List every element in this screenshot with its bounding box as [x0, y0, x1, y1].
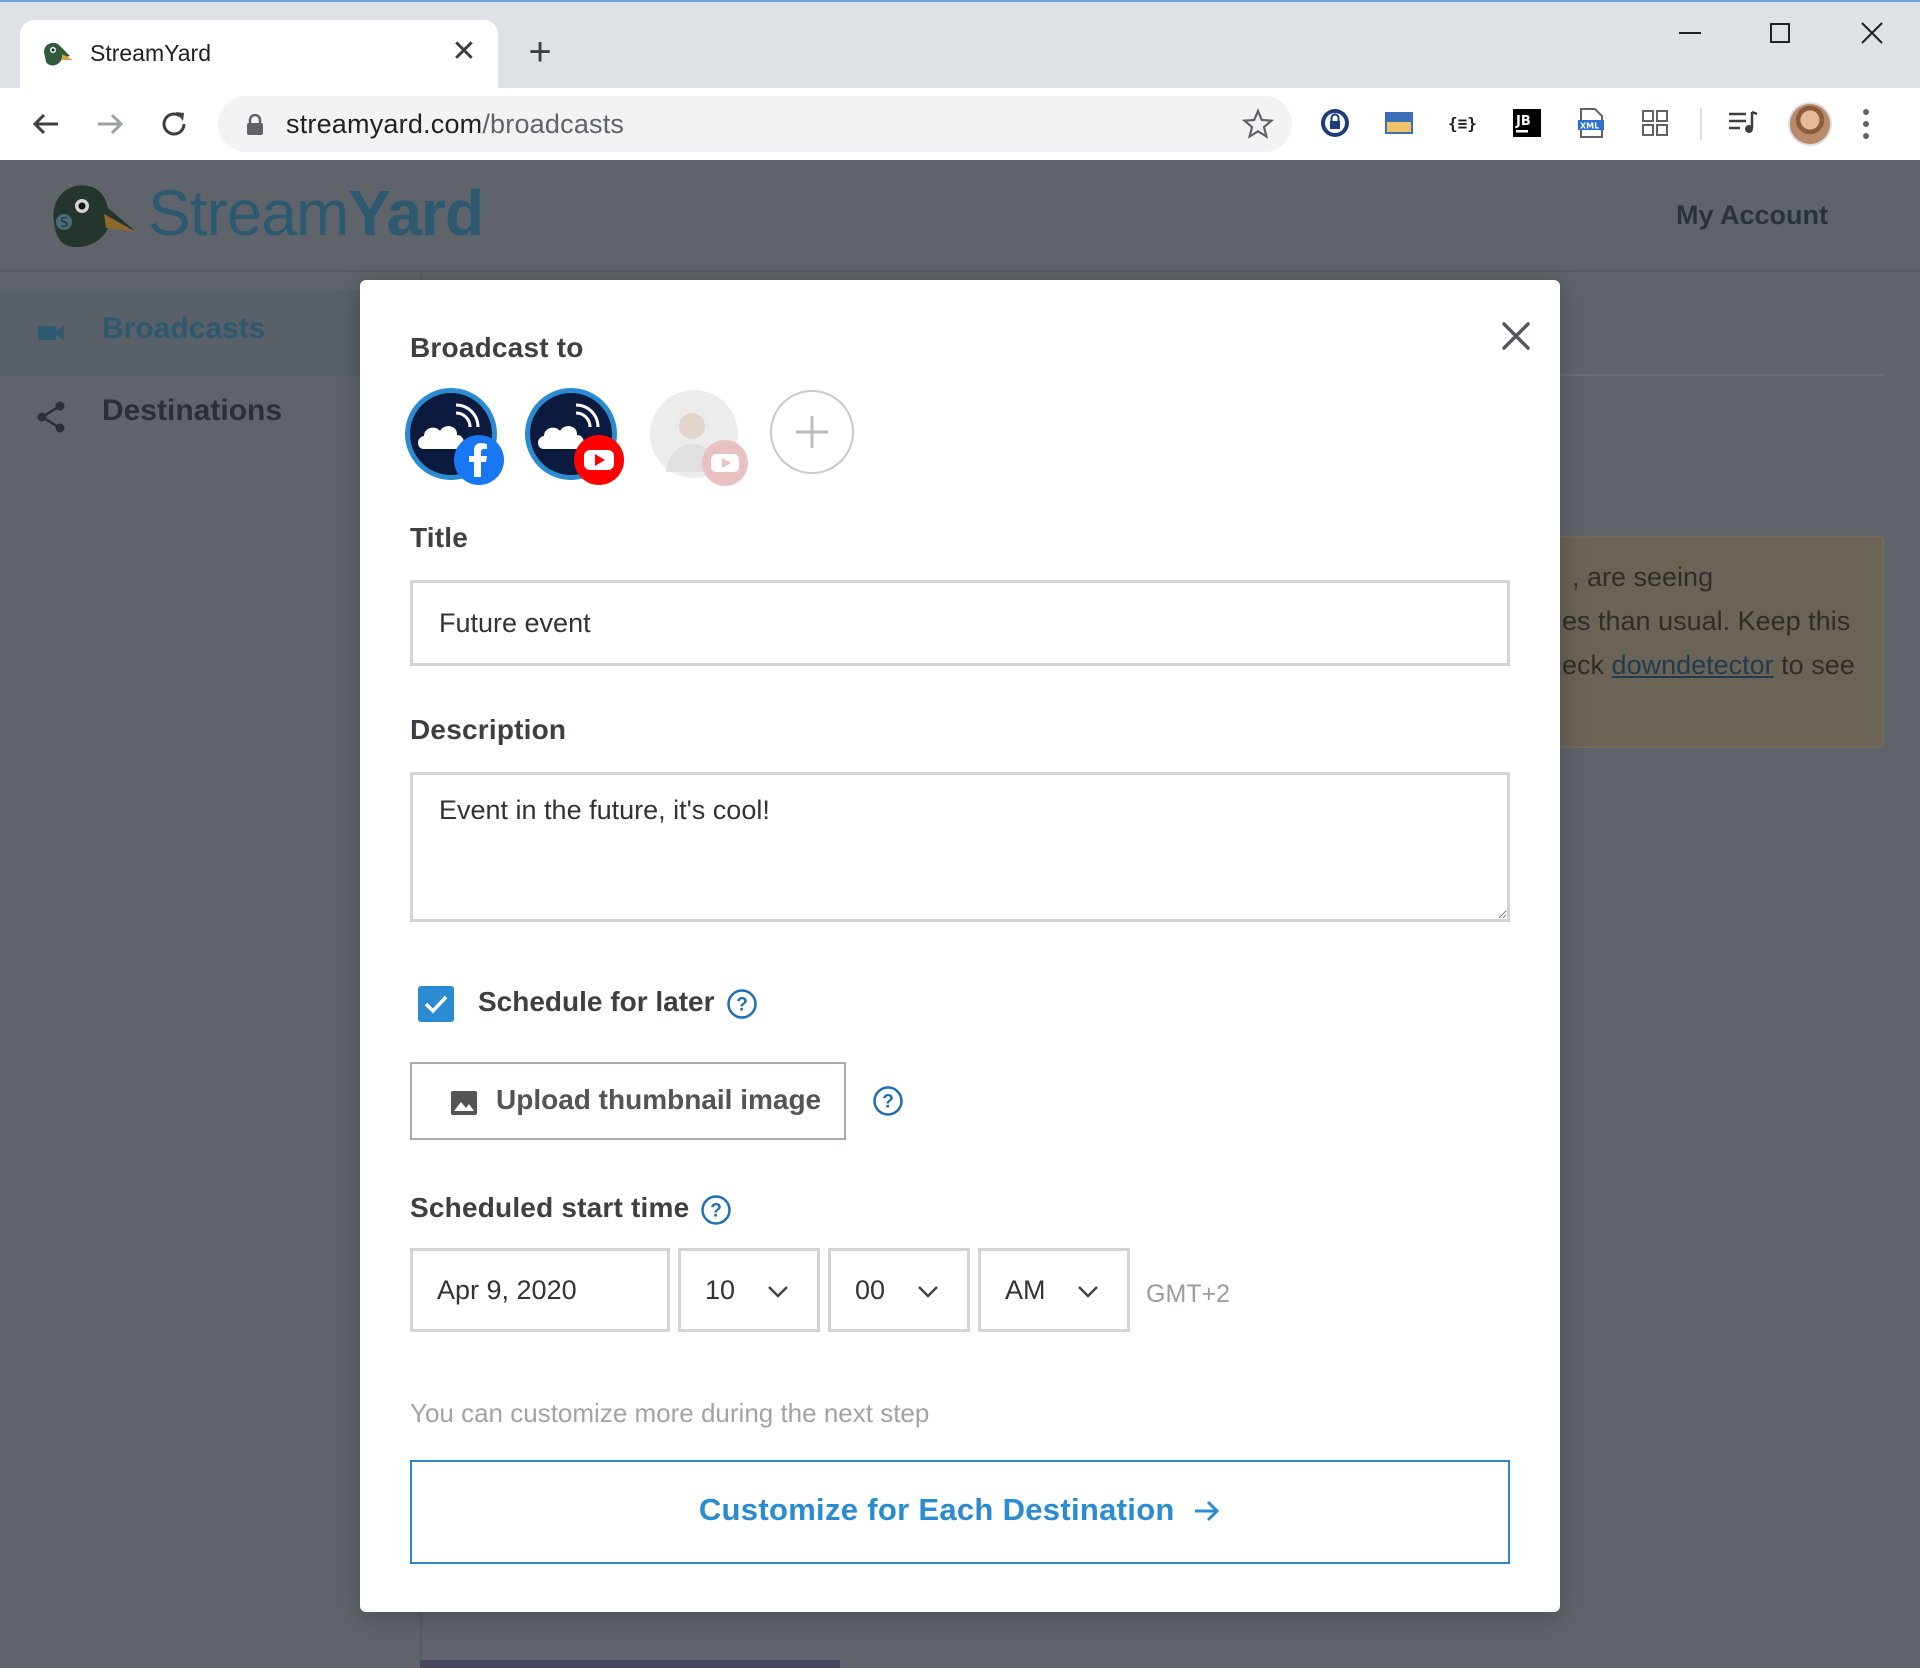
help-icon[interactable]: ? — [700, 1194, 732, 1226]
downdetector-link[interactable]: downdetector — [1612, 650, 1774, 680]
toolbar-separator — [1700, 108, 1702, 140]
title-input[interactable] — [410, 580, 1510, 666]
reload-icon[interactable] — [154, 104, 194, 144]
back-icon[interactable] — [26, 104, 66, 144]
browser-chrome: StreamYard ✕ + streamyard.com/broadcasts — [0, 0, 1920, 160]
destination-facebook[interactable] — [405, 388, 504, 485]
facebook-icon — [454, 435, 504, 485]
title-label: Title — [410, 522, 469, 553]
minute-select[interactable]: 00 — [828, 1248, 970, 1332]
customize-destinations-button[interactable]: Customize for Each Destination — [410, 1460, 1510, 1564]
svg-text:?: ? — [736, 995, 748, 1016]
notice-line: eck downdetector to see — [1562, 650, 1855, 680]
sidebar-item-broadcasts[interactable]: Broadcasts — [0, 290, 380, 376]
date-input[interactable]: Apr 9, 2020 — [410, 1248, 670, 1332]
minimize-icon[interactable] — [1655, 12, 1725, 56]
tab-close-icon[interactable]: ✕ — [446, 34, 482, 70]
my-account-link[interactable]: My Account — [1676, 200, 1828, 231]
profile-avatar[interactable] — [1788, 102, 1832, 146]
svg-text:?: ? — [882, 1092, 894, 1113]
jetbrains-extension-icon[interactable]: JB — [1510, 106, 1544, 140]
chevron-down-icon — [918, 1286, 938, 1298]
share-icon — [37, 401, 65, 433]
browser-menu-icon[interactable] — [1860, 104, 1872, 144]
svg-text:?: ? — [710, 1201, 722, 1222]
youtube-icon — [702, 440, 748, 486]
svg-text:{≡}: {≡} — [1448, 114, 1477, 133]
tab-title: StreamYard — [90, 40, 212, 66]
help-icon[interactable]: ? — [726, 988, 758, 1020]
arrow-right-icon — [1195, 1500, 1220, 1522]
video-camera-icon — [38, 326, 64, 340]
cta-label: Customize for Each Destination — [698, 1492, 1175, 1527]
checkmark-icon — [424, 995, 448, 1014]
create-broadcast-modal: Broadcast to Title Future event Descript… — [360, 280, 1560, 1612]
svg-text:S: S — [60, 216, 68, 231]
app-header: S StreamYard My Account — [0, 160, 1920, 272]
help-icon[interactable]: ? — [872, 1085, 904, 1117]
new-tab-icon[interactable]: + — [518, 32, 562, 76]
address-bar[interactable]: streamyard.com/broadcasts — [218, 96, 1292, 152]
description-label: Description — [410, 714, 567, 745]
chevron-down-icon — [768, 1286, 788, 1298]
image-icon — [451, 1091, 477, 1115]
timezone-label: GMT+2 — [1146, 1280, 1231, 1308]
xml-viewer-extension-icon[interactable]: XML — [1574, 106, 1608, 140]
youtube-icon — [574, 435, 624, 485]
streamyard-wordmark: StreamYard — [148, 177, 484, 249]
notice-line: , are seeing — [1572, 562, 1714, 592]
browser-toolbar: streamyard.com/broadcasts {≡} JB XML — [0, 88, 1920, 160]
schedule-checkbox[interactable] — [418, 986, 454, 1022]
ampm-value: AM — [1005, 1275, 1046, 1305]
browser-tab[interactable]: StreamYard ✕ — [20, 20, 498, 88]
description-textarea[interactable]: Event in the future, it's cool! — [410, 772, 1510, 922]
forward-icon[interactable] — [90, 104, 130, 144]
modal-close-icon[interactable] — [1490, 310, 1542, 362]
notice-line: es than usual. Keep this — [1562, 606, 1851, 636]
customize-hint: You can customize more during the next s… — [410, 1398, 930, 1428]
broadcast-to-label: Broadcast to — [410, 332, 584, 363]
sidebar-item-destinations[interactable]: Destinations — [0, 372, 380, 458]
minute-value: 00 — [855, 1275, 886, 1305]
sidebar-item-label: Broadcasts — [102, 312, 266, 345]
password-manager-extension-icon[interactable] — [1318, 106, 1352, 140]
chevron-down-icon — [1078, 1286, 1098, 1298]
url-text: streamyard.com/broadcasts — [286, 109, 625, 139]
maximize-icon[interactable] — [1745, 12, 1815, 56]
destination-youtube-personal[interactable] — [650, 390, 748, 486]
date-value: Apr 9, 2020 — [437, 1275, 577, 1305]
cookie-editor-extension-icon[interactable] — [1382, 106, 1416, 140]
upload-thumbnail-label: Upload thumbnail image — [496, 1084, 822, 1115]
schedule-label[interactable]: Schedule for later — [478, 986, 715, 1018]
bottom-strip — [420, 1660, 840, 1668]
svg-text:JB: JB — [1515, 114, 1531, 129]
upload-thumbnail-button[interactable]: Upload thumbnail image — [410, 1062, 846, 1140]
start-time-label: Scheduled start time — [410, 1192, 690, 1223]
bookmark-star-icon[interactable] — [1242, 108, 1274, 140]
streamyard-duck-logo-icon: S — [53, 185, 136, 248]
add-destination-button[interactable] — [770, 390, 854, 474]
sidebar-item-label: Destinations — [102, 394, 283, 427]
svg-text:XML: XML — [1580, 122, 1599, 131]
plus-icon — [796, 416, 828, 448]
apps-grid-extension-icon[interactable] — [1638, 106, 1672, 140]
window-close-icon[interactable] — [1837, 12, 1907, 56]
destination-youtube[interactable] — [525, 388, 624, 485]
media-control-icon[interactable] — [1726, 106, 1760, 140]
streamyard-favicon-icon — [44, 42, 73, 66]
ampm-select[interactable]: AM — [978, 1248, 1130, 1332]
hour-value: 10 — [705, 1275, 736, 1305]
lock-icon — [247, 114, 263, 135]
hour-select[interactable]: 10 — [678, 1248, 820, 1332]
json-viewer-extension-icon[interactable]: {≡} — [1446, 106, 1480, 140]
